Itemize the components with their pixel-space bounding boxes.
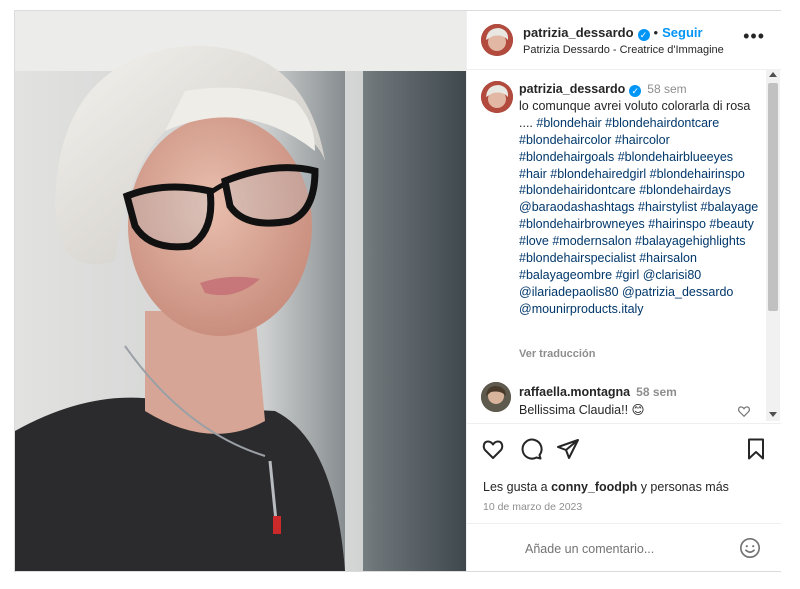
post-date[interactable]: 10 de marzo de 2023 bbox=[483, 501, 582, 513]
post-sidebar: patrizia_dessardo ✓ • Seguir Patrizia Dessa… bbox=[466, 11, 781, 571]
portrait-image bbox=[15, 11, 466, 571]
comments-scrollbar[interactable] bbox=[766, 69, 780, 421]
verified-icon: ✓ bbox=[629, 85, 642, 97]
post-actions: Les gusta a conny_foodph y personas más … bbox=[467, 423, 781, 524]
comment-username-line: raffaella.montagna 58 sem bbox=[519, 385, 677, 399]
scroll-up-arrow[interactable] bbox=[769, 72, 777, 77]
bookmark-icon[interactable] bbox=[744, 437, 768, 466]
scroll-down-arrow[interactable] bbox=[769, 412, 777, 417]
header-subtitle[interactable]: Patrizia Dessardo - Creatrice d'Immagine bbox=[523, 44, 724, 56]
heart-icon[interactable] bbox=[481, 437, 505, 466]
more-icon[interactable]: ••• bbox=[743, 27, 765, 45]
instagram-post: patrizia_dessardo ✓ • Seguir Patrizia Dessa… bbox=[14, 10, 781, 572]
likes-suffix[interactable]: y personas más bbox=[637, 480, 729, 494]
caption-time[interactable]: 58 sem bbox=[647, 82, 686, 96]
emoji-icon[interactable] bbox=[739, 537, 761, 564]
caption-username[interactable]: patrizia_dessardo bbox=[519, 82, 625, 96]
comment-like-icon[interactable] bbox=[737, 404, 751, 421]
avatar[interactable] bbox=[481, 382, 511, 412]
avatar-image bbox=[481, 382, 511, 412]
separator-dot: • bbox=[653, 25, 659, 40]
comment-icon[interactable] bbox=[519, 437, 543, 466]
avatar[interactable] bbox=[481, 24, 513, 56]
comment-text: Bellissima Claudia!! 😊 bbox=[519, 403, 645, 417]
likes-user[interactable]: conny_foodph bbox=[551, 480, 637, 494]
follow-button[interactable]: Seguir bbox=[662, 25, 702, 40]
add-comment-bar bbox=[467, 523, 781, 572]
header-user-line: patrizia_dessardo ✓ • Seguir bbox=[523, 25, 703, 41]
scroll-thumb[interactable] bbox=[768, 83, 778, 311]
comments-list[interactable]: patrizia_dessardo ✓ 58 sem lo comunque avr… bbox=[467, 69, 781, 421]
translate-link[interactable]: Ver traducción bbox=[519, 348, 595, 360]
avatar-image bbox=[481, 24, 513, 56]
verified-icon: ✓ bbox=[637, 29, 650, 41]
comment-time[interactable]: 58 sem bbox=[636, 385, 677, 399]
avatar-image bbox=[481, 81, 513, 113]
likes-summary: Les gusta a conny_foodph y personas más bbox=[483, 480, 729, 494]
caption-hashtags[interactable]: #blondehair #blondehairdontcare #blondeh… bbox=[519, 116, 758, 316]
share-icon[interactable] bbox=[556, 437, 580, 466]
post-header: patrizia_dessardo ✓ • Seguir Patrizia Dessa… bbox=[467, 11, 781, 70]
post-caption: patrizia_dessardo ✓ 58 sem lo comunque avr… bbox=[519, 81, 764, 318]
likes-prefix: Les gusta a bbox=[483, 480, 552, 494]
post-photo[interactable] bbox=[15, 11, 466, 571]
header-username[interactable]: patrizia_dessardo bbox=[523, 25, 634, 40]
add-comment-input[interactable] bbox=[523, 538, 727, 560]
comment-username[interactable]: raffaella.montagna bbox=[519, 385, 630, 399]
avatar[interactable] bbox=[481, 81, 513, 113]
